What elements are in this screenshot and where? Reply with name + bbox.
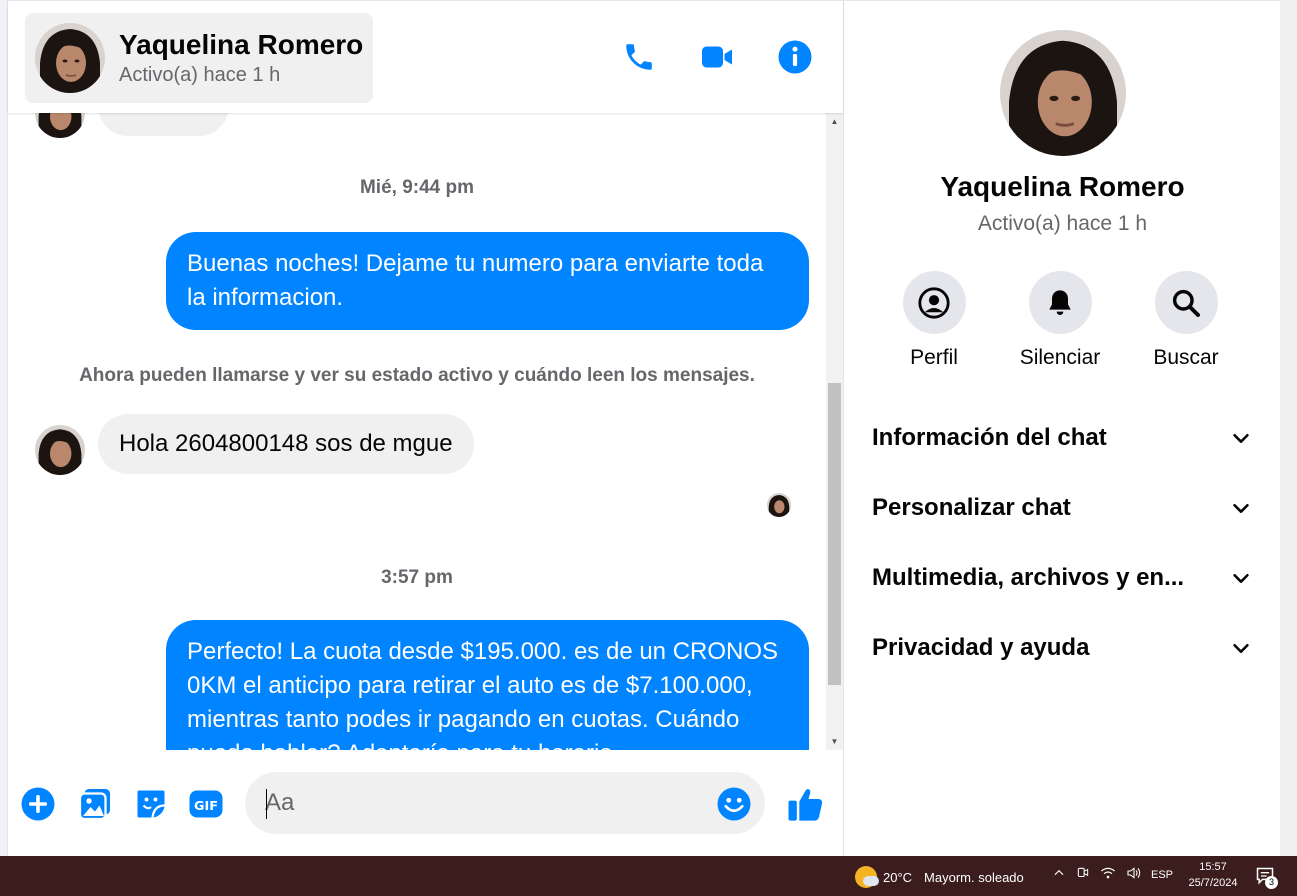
plus-circle-icon [21,787,55,821]
chevron-down-icon [1233,573,1249,583]
message-timestamp: Mié, 9:44 pm [359,177,475,198]
message-input-box[interactable] [245,772,765,834]
more-actions-button[interactable] [20,786,56,822]
avatar[interactable] [35,23,105,93]
chevron-down-icon [1233,643,1249,653]
section-title: Personalizar chat [872,494,1071,521]
phone-icon [626,44,652,70]
conversation-info-button[interactable] [777,39,813,75]
input-language[interactable]: ESP [1151,869,1173,881]
privacy-help-section[interactable]: Privacidad y ayuda [872,623,1252,673]
taskbar: 20°C Mayorm. soleado ESP 15:57 25/7/2024 [0,856,1297,896]
system-note: Ahora pueden llamarse y ver su estado ac… [79,365,755,386]
section-title: Privacidad y ayuda [872,634,1090,661]
scroll-down-arrow[interactable]: ▼ [826,733,843,750]
seen-indicator-avatar [767,493,791,517]
photo-icon [78,789,110,821]
clock[interactable]: 15:57 25/7/2024 [1183,859,1243,891]
message-composer: GIF [8,750,843,856]
clock-time: 15:57 [1199,861,1227,873]
weather-description: Mayorm. soleado [924,869,1024,885]
message-scrollbar[interactable]: ▲ ▼ [826,113,843,750]
action-label: Buscar [1153,346,1219,369]
message-timestamp: 3:57 pm [381,567,453,588]
info-icon [778,40,812,74]
details-contact-name: Yaquelina Romero [940,171,1185,202]
system-tray [1052,866,1142,883]
phone-call-button[interactable] [621,39,657,75]
chevron-down-icon [1233,503,1249,513]
mute-action-button[interactable]: Silenciar [1000,271,1120,370]
chat-info-section[interactable]: Información del chat [872,413,1252,463]
details-contact-status: Activo(a) hace 1 h [977,212,1148,235]
like-button[interactable] [784,782,828,826]
profile-action-button[interactable]: Perfil [874,271,994,370]
section-title: Multimedia, archivos y en... [872,564,1185,591]
contact-status: Activo(a) hace 1 h [119,64,281,86]
outgoing-message[interactable]: Buenas noches! Dejame tu numero para env… [166,232,809,330]
clock-date: 25/7/2024 [1188,877,1238,889]
profile-icon [918,286,950,319]
outgoing-message[interactable]: Perfecto! La cuota desde $195.000. es de… [166,620,809,750]
contact-name: Yaquelina Romero [119,29,364,60]
volume-icon[interactable] [1126,866,1142,883]
svg-text:GIF: GIF [194,799,218,814]
video-camera-icon [702,46,732,68]
chat-panel: Yaquelina Romero Activo(a) hace 1 h Mié,… [8,0,843,856]
text-caret [266,789,267,819]
sticker-icon [137,790,165,818]
search-action-button[interactable]: Buscar [1126,271,1246,370]
avatar[interactable] [35,425,85,475]
scroll-thumb[interactable] [828,383,841,685]
avatar[interactable] [35,113,85,138]
message-input[interactable] [265,786,695,820]
chat-header: Yaquelina Romero Activo(a) hace 1 h [8,0,843,113]
emoji-button[interactable] [716,786,752,822]
notification-badge: 3 [1265,876,1278,889]
message-list[interactable]: Del auto Mié, 9:44 pm Buenas noches! Dej… [8,113,826,750]
video-call-button[interactable] [699,39,735,75]
bell-icon [1049,289,1071,315]
wifi-icon[interactable] [1100,866,1116,883]
gif-icon: GIF [189,790,223,818]
attach-photo-button[interactable] [77,786,113,822]
sticker-button[interactable] [133,786,169,822]
avatar[interactable] [1000,30,1126,156]
conversation-details-panel: Yaquelina Romero Activo(a) hace 1 h Perf… [843,0,1280,856]
action-label: Perfil [910,346,958,369]
weather-widget[interactable]: 20°C Mayorm. soleado [855,866,1024,888]
partly-sunny-icon [855,866,879,888]
media-files-section[interactable]: Multimedia, archivos y en... [872,553,1252,603]
customize-chat-section[interactable]: Personalizar chat [872,483,1252,533]
incoming-message[interactable]: Del auto [98,113,230,136]
left-edge-strip [0,0,8,856]
chevron-up-icon[interactable] [1052,866,1066,883]
chevron-down-icon [1233,433,1249,443]
thumbs-up-icon [788,789,823,821]
weather-temperature: 20°C [883,869,913,885]
emoji-icon [717,787,751,821]
window-right-edge [1280,0,1297,856]
search-icon [1172,289,1200,317]
section-title: Información del chat [872,424,1107,451]
header-user-card[interactable]: Yaquelina Romero Activo(a) hace 1 h [25,13,373,103]
scroll-up-arrow[interactable]: ▲ [826,113,843,130]
action-label: Silenciar [1019,346,1101,369]
incoming-message[interactable]: Hola 2604800148 sos de mgue [98,414,474,474]
meet-now-icon[interactable] [1076,866,1090,883]
gif-button[interactable]: GIF [188,786,224,822]
